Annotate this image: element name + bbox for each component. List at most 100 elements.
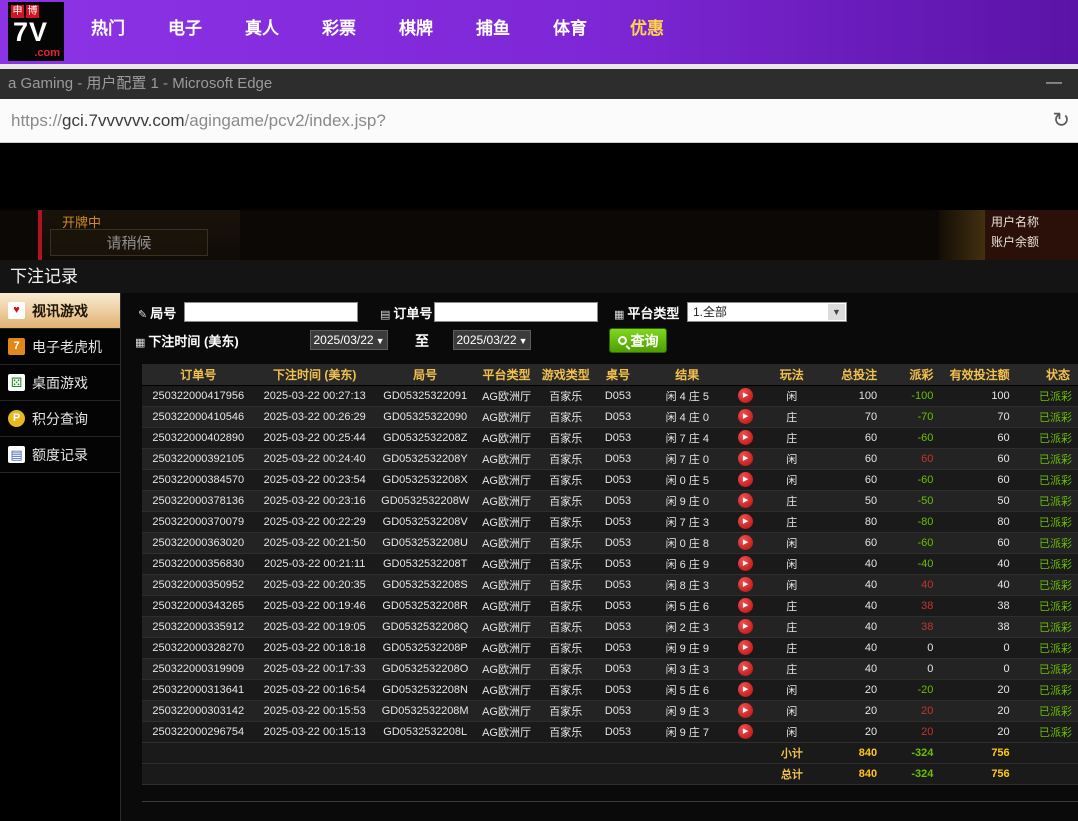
cell-payout: 40 bbox=[887, 574, 943, 595]
replay-icon[interactable]: ▶ bbox=[738, 514, 753, 529]
account-panel: 用户名称 账户余额 bbox=[985, 210, 1078, 260]
nav-item-lottery[interactable]: 彩票 bbox=[321, 14, 357, 39]
total-valid: 756 bbox=[943, 763, 1019, 784]
sidebar-item-table-games[interactable]: ⚄桌面游戏 bbox=[0, 365, 120, 401]
platform-type-select[interactable]: 1.全部 ▼ bbox=[687, 302, 847, 322]
cell-bet: 20 bbox=[825, 700, 887, 721]
calendar-icon: ▦ bbox=[135, 337, 145, 349]
replay-icon[interactable]: ▶ bbox=[738, 682, 753, 697]
cell-table_no: D053 bbox=[594, 637, 642, 658]
cell-table_no: D053 bbox=[594, 385, 642, 406]
nav-item-sports[interactable]: 体育 bbox=[552, 14, 588, 39]
cell-bet_type: 闲 bbox=[759, 553, 825, 574]
cell-bet_type: 闲 bbox=[759, 679, 825, 700]
cell-payout: 0 bbox=[887, 658, 943, 679]
cell-bet_type: 庄 bbox=[759, 637, 825, 658]
bet-time-label: ▦下注时间 (美东) bbox=[135, 331, 239, 350]
nav-item-hot[interactable]: 热门 bbox=[90, 14, 126, 39]
replay-icon[interactable]: ▶ bbox=[738, 598, 753, 613]
cell-result: 闲 0 庄 5 bbox=[642, 469, 732, 490]
date-to-dropdown[interactable]: 2025/03/22▼ bbox=[453, 330, 531, 350]
url-host: gci.7vvvvvv.com bbox=[62, 111, 185, 130]
table-row: 2503220004028902025-03-22 00:25:44GD0532… bbox=[142, 427, 1078, 448]
replay-icon[interactable]: ▶ bbox=[738, 388, 753, 403]
replay-icon[interactable]: ▶ bbox=[738, 430, 753, 445]
cell-valid: 20 bbox=[943, 700, 1019, 721]
cell-game: 百家乐 bbox=[538, 616, 594, 637]
cell-round: GD0532532208P bbox=[375, 637, 475, 658]
cell-round: GD0532532208W bbox=[375, 490, 475, 511]
cell-play: ▶ bbox=[732, 721, 758, 742]
cell-platform: AG欧洲厅 bbox=[475, 679, 537, 700]
logo-domain: .com bbox=[34, 47, 60, 59]
cell-round: GD0532532208U bbox=[375, 532, 475, 553]
sidebar-item-video-games[interactable]: ♥视讯游戏 bbox=[0, 293, 120, 329]
cell-bet: 60 bbox=[825, 469, 887, 490]
replay-icon[interactable]: ▶ bbox=[738, 409, 753, 424]
cell-order: 250322000328270 bbox=[142, 637, 254, 658]
search-button[interactable]: 查询 bbox=[609, 328, 667, 353]
sidebar-item-points-query[interactable]: P积分查询 bbox=[0, 401, 120, 437]
cell-round: GD0532532208X bbox=[375, 469, 475, 490]
column-header-table_no: 桌号 bbox=[594, 364, 642, 385]
nav-item-board-games[interactable]: 棋牌 bbox=[398, 14, 434, 39]
cell-bet: 20 bbox=[825, 721, 887, 742]
cell-result: 闲 7 庄 4 bbox=[642, 427, 732, 448]
cell-valid: 100 bbox=[943, 385, 1019, 406]
address-bar[interactable]: https://gci.7vvvvvv.com/agingame/pcv2/in… bbox=[0, 99, 1078, 143]
minimize-button[interactable]: — bbox=[1046, 69, 1062, 97]
sidebar-item-label: 桌面游戏 bbox=[32, 373, 88, 393]
cell-status: 已派彩 bbox=[1020, 616, 1078, 637]
cell-result: 闲 6 庄 9 bbox=[642, 553, 732, 574]
replay-icon[interactable]: ▶ bbox=[738, 619, 753, 634]
nav-item-promotions[interactable]: 优惠 bbox=[629, 14, 665, 39]
column-header-round: 局号 bbox=[375, 364, 475, 385]
date-from-dropdown[interactable]: 2025/03/22▼ bbox=[310, 330, 388, 350]
cell-game: 百家乐 bbox=[538, 448, 594, 469]
replay-icon[interactable]: ▶ bbox=[738, 535, 753, 550]
round-number-input[interactable] bbox=[184, 302, 358, 322]
cell-round: GD0532532208L bbox=[375, 721, 475, 742]
replay-icon[interactable]: ▶ bbox=[738, 703, 753, 718]
cell-round: GD0532532208M bbox=[375, 700, 475, 721]
cell-order: 250322000363020 bbox=[142, 532, 254, 553]
nav-item-electronic[interactable]: 电子 bbox=[167, 14, 203, 39]
table-row: 2503220003630202025-03-22 00:21:50GD0532… bbox=[142, 532, 1078, 553]
refresh-icon[interactable]: ↻ bbox=[1052, 108, 1070, 133]
sidebar-item-credit-records[interactable]: ▤额度记录 bbox=[0, 437, 120, 473]
cell-payout: 60 bbox=[887, 448, 943, 469]
cell-payout: -20 bbox=[887, 679, 943, 700]
cell-platform: AG欧洲厅 bbox=[475, 448, 537, 469]
nav-item-fishing[interactable]: 捕鱼 bbox=[475, 14, 511, 39]
sidebar-item-label: 额度记录 bbox=[32, 445, 88, 465]
cell-status: 已派彩 bbox=[1020, 448, 1078, 469]
cell-table_no: D053 bbox=[594, 595, 642, 616]
cell-result: 闲 5 庄 6 bbox=[642, 595, 732, 616]
cell-valid: 38 bbox=[943, 595, 1019, 616]
cell-play: ▶ bbox=[732, 511, 758, 532]
cell-play: ▶ bbox=[732, 448, 758, 469]
content-area: ♥视讯游戏7电子老虎机⚄桌面游戏P积分查询▤额度记录 ✎局号 ▤订单号 ▦平台类… bbox=[0, 293, 1078, 821]
cell-result: 闲 4 庄 5 bbox=[642, 385, 732, 406]
order-number-input[interactable] bbox=[434, 302, 598, 322]
table-row: 2503220003359122025-03-22 00:19:05GD0532… bbox=[142, 616, 1078, 637]
cell-time: 2025-03-22 00:23:54 bbox=[254, 469, 375, 490]
nav-item-live[interactable]: 真人 bbox=[244, 14, 280, 39]
cell-valid: 50 bbox=[943, 490, 1019, 511]
replay-icon[interactable]: ▶ bbox=[738, 451, 753, 466]
cell-bet_type: 闲 bbox=[759, 700, 825, 721]
replay-icon[interactable]: ▶ bbox=[738, 640, 753, 655]
replay-icon[interactable]: ▶ bbox=[738, 661, 753, 676]
cell-game: 百家乐 bbox=[538, 490, 594, 511]
replay-icon[interactable]: ▶ bbox=[738, 556, 753, 571]
replay-icon[interactable]: ▶ bbox=[738, 472, 753, 487]
sidebar-item-slots[interactable]: 7电子老虎机 bbox=[0, 329, 120, 365]
cell-table_no: D053 bbox=[594, 616, 642, 637]
cell-play: ▶ bbox=[732, 637, 758, 658]
replay-icon[interactable]: ▶ bbox=[738, 493, 753, 508]
replay-icon[interactable]: ▶ bbox=[738, 724, 753, 739]
cell-table_no: D053 bbox=[594, 574, 642, 595]
cell-table_no: D053 bbox=[594, 721, 642, 742]
replay-icon[interactable]: ▶ bbox=[738, 577, 753, 592]
site-logo[interactable]: 申 博 7V .com bbox=[8, 2, 64, 61]
